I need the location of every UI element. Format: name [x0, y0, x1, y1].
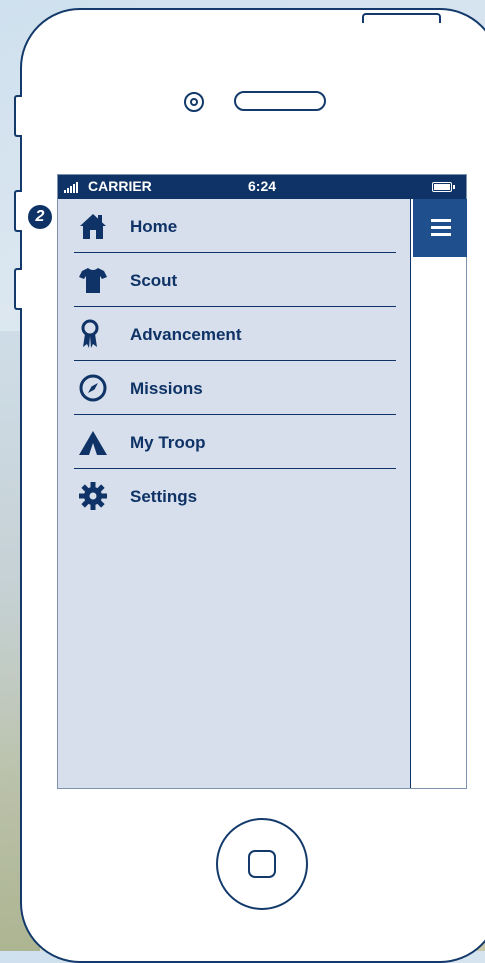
battery-icon: [432, 182, 455, 192]
step-number-badge: 2: [28, 205, 52, 229]
award-ribbon-icon: [81, 319, 99, 348]
phone-frame: CARRIER 6:24 Home Scout Advancement Miss…: [20, 8, 485, 963]
menu-item-missions[interactable]: Missions: [74, 361, 396, 415]
menu-item-advancement[interactable]: Advancement: [74, 307, 396, 361]
menu-item-my-troop[interactable]: My Troop: [74, 415, 396, 469]
clock: 6:24: [248, 178, 277, 194]
menu-item-scout[interactable]: Scout: [74, 253, 396, 307]
menu-item-label: Settings: [130, 487, 198, 506]
hamburger-menu-button[interactable]: [413, 199, 467, 257]
hamburger-icon: [431, 219, 451, 222]
nav-drawer: Home Scout Advancement Missions My Troop…: [58, 199, 411, 788]
status-bar: CARRIER 6:24: [58, 175, 466, 199]
gear-icon: [79, 482, 107, 510]
volume-down-button: [14, 268, 22, 310]
carrier-label: CARRIER: [88, 178, 152, 194]
phone-screen: CARRIER 6:24 Home Scout Advancement Miss…: [57, 174, 467, 789]
menu-item-settings[interactable]: Settings: [74, 469, 396, 523]
menu-item-label: Missions: [130, 379, 203, 398]
compass-icon: [79, 374, 107, 402]
home-button[interactable]: [216, 818, 308, 910]
menu-item-label: Advancement: [130, 325, 242, 344]
home-icon: [80, 214, 106, 239]
signal-icon: [64, 181, 78, 193]
volume-up-button: [14, 190, 22, 232]
menu-item-home[interactable]: Home: [74, 199, 396, 253]
menu-item-label: Scout: [130, 271, 178, 290]
earpiece-speaker: [234, 91, 326, 111]
front-camera: [184, 92, 204, 112]
mute-switch: [14, 95, 22, 137]
shirt-icon: [79, 268, 107, 293]
menu-item-label: Home: [130, 217, 178, 236]
menu-item-label: My Troop: [130, 433, 206, 452]
power-button: [362, 13, 441, 23]
tent-icon: [79, 431, 107, 455]
